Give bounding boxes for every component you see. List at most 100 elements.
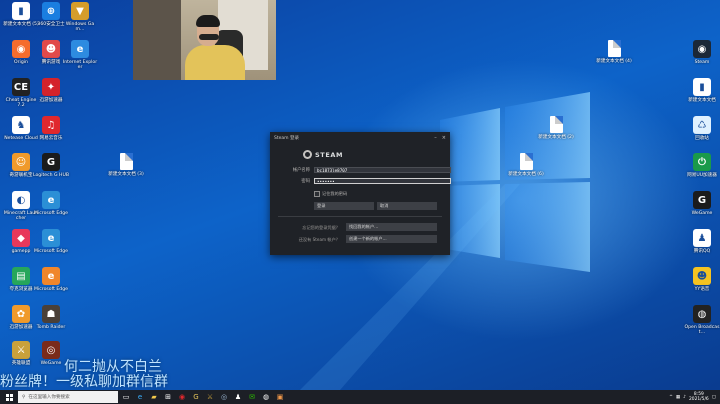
desktop-icon[interactable]: ▮ 新建文本文档 bbox=[684, 78, 720, 103]
edge-taskbar-icon[interactable]: e bbox=[134, 391, 146, 403]
account-input[interactable]: bc1873le8707 bbox=[314, 167, 451, 173]
desktop-icon[interactable]: ☻ YY语音 bbox=[684, 267, 720, 292]
desktop-icon[interactable]: ⏻ 网易UU加速器 bbox=[684, 153, 720, 178]
close-icon[interactable]: × bbox=[442, 135, 446, 141]
steam-wordmark: STEAM bbox=[315, 150, 344, 159]
desktop-icon[interactable]: 新建文本文档 (3) bbox=[108, 153, 144, 177]
desktop-icon-label: 迅游加速器 bbox=[39, 98, 63, 103]
search-placeholder: 在这里输入你要搜索 bbox=[28, 395, 70, 400]
taskbar-date: 2021/5/6 bbox=[689, 397, 709, 402]
login-button[interactable]: 登录 bbox=[314, 202, 374, 210]
desktop-icon-label: Microsoft Edge bbox=[34, 211, 68, 216]
app-icon: ⊕ bbox=[42, 2, 60, 20]
app-icon: ▼ bbox=[71, 2, 89, 20]
desktop-icon-label: Microsoft Edge bbox=[34, 287, 68, 292]
app-icon: CE bbox=[12, 78, 30, 96]
start-button[interactable] bbox=[0, 390, 18, 404]
app-icon: ▮ bbox=[12, 2, 30, 20]
app-icon: ▮ bbox=[693, 78, 711, 96]
desktop-icon-label: Windows Gam… bbox=[65, 22, 95, 33]
desktop-icon[interactable]: ♟ 腾讯QQ bbox=[684, 229, 720, 254]
stream-overlay-text: 何二抛从不白兰 粉丝牌！一级私聊加群信群 bbox=[0, 360, 168, 390]
divider bbox=[278, 216, 442, 217]
desktop-icon-label: Microsoft Edge bbox=[34, 249, 68, 254]
app-icon: ◍ bbox=[693, 305, 711, 323]
app-icon: e bbox=[42, 267, 60, 285]
taskbar-clock[interactable]: 8:59 2021/5/6 bbox=[689, 392, 709, 402]
steam-logo-icon bbox=[303, 150, 312, 159]
desktop-icon[interactable]: e Microsoft Edge bbox=[33, 191, 69, 216]
notification-icon[interactable]: ▢ bbox=[712, 395, 716, 400]
desktop-icon[interactable]: ✦ 迅游加速器 bbox=[33, 78, 69, 103]
create-account-button[interactable]: 创建一个新的帐户… bbox=[346, 235, 437, 243]
app-icon: ⏻ bbox=[693, 153, 711, 171]
qq-taskbar-icon[interactable]: ♟ bbox=[232, 391, 244, 403]
remember-password-label: 记住我的密码 bbox=[322, 191, 348, 196]
app-icon: ✦ bbox=[42, 78, 60, 96]
desktop-icon[interactable]: e Microsoft Edge bbox=[33, 229, 69, 254]
desktop-icon[interactable]: ▼ Windows Gam… bbox=[62, 2, 98, 32]
recover-account-button[interactable]: 找回我的帐户… bbox=[346, 223, 437, 231]
desktop-icon[interactable]: 新建文本文档 (2) bbox=[538, 116, 574, 140]
overlay-line-1: 何二抛从不白兰 bbox=[64, 359, 162, 375]
volume-icon[interactable]: ♪ bbox=[683, 395, 686, 400]
desktop-icon-label: 回收站 bbox=[695, 136, 709, 141]
wegame-taskbar-icon[interactable]: G bbox=[190, 391, 202, 403]
desktop-icon[interactable]: 新建文本文档 (6) bbox=[508, 153, 544, 177]
desktop-icon-label: 网易UU加速器 bbox=[687, 173, 717, 178]
minimize-icon[interactable]: – bbox=[434, 135, 437, 141]
text-document-icon bbox=[607, 40, 621, 57]
app-icon: ◉ bbox=[12, 40, 30, 58]
app-icon: e bbox=[42, 191, 60, 209]
desktop-icon-label: 新建文本文档 (2) bbox=[538, 135, 574, 140]
netease-taskbar-icon[interactable]: ◉ bbox=[176, 391, 188, 403]
app-icon: ⚔ bbox=[12, 341, 30, 359]
app-icon: ☺ bbox=[12, 153, 30, 171]
desktop-icon[interactable]: G WeGame bbox=[684, 191, 720, 216]
steam-login-titlebar[interactable]: Steam 登录 – × bbox=[270, 132, 450, 144]
desktop-icon[interactable]: e Internet Explorer bbox=[62, 40, 98, 70]
desktop-icon[interactable]: 新建文本文档 (4) bbox=[596, 40, 632, 64]
folder-taskbar-icon[interactable]: ▰ bbox=[148, 391, 160, 403]
remember-password-checkbox[interactable]: 记住我的密码 bbox=[314, 191, 347, 197]
lol-taskbar-icon[interactable]: ⚔ bbox=[204, 391, 216, 403]
password-input[interactable]: ••••••• bbox=[314, 178, 451, 184]
taskbar: ⚲ 在这里输入你要搜索 ▭ e ▰ ⊞ ◉ G ⚔ ◎ ♟ ✉ ◍ ▣ ^ ▦ … bbox=[0, 390, 720, 404]
search-icon: ⚲ bbox=[22, 394, 26, 400]
wechat-taskbar-icon[interactable]: ✉ bbox=[246, 391, 258, 403]
steam-taskbar-icon[interactable]: ◎ bbox=[218, 391, 230, 403]
text-document-icon bbox=[519, 153, 533, 170]
obs-taskbar-icon[interactable]: ◍ bbox=[260, 391, 272, 403]
desktop-icon[interactable]: ♫ 网易云音乐 bbox=[33, 116, 69, 141]
app-icon: ◆ bbox=[12, 229, 30, 247]
task-view-icon[interactable]: ▭ bbox=[120, 391, 132, 403]
app-icon: ♺ bbox=[693, 116, 711, 134]
desktop-icon-label: 新建文本文档 bbox=[688, 98, 716, 103]
app-icon: e bbox=[71, 40, 89, 58]
app-taskbar-icon[interactable]: ▣ bbox=[274, 391, 286, 403]
window-title: Steam 登录 bbox=[274, 136, 299, 141]
desktop-icon[interactable]: ◉ Steam bbox=[684, 40, 720, 65]
steam-login-dialog: Steam 登录 – × STEAM 帐户名称 bc1873le8707 密码 … bbox=[270, 132, 451, 255]
desktop-icon[interactable]: ☗ Tomb Raider bbox=[33, 305, 69, 330]
checkbox-box[interactable] bbox=[314, 191, 320, 197]
desktop-icon[interactable]: ◍ Open Broadcast… bbox=[684, 305, 720, 335]
cancel-button[interactable]: 取消 bbox=[377, 202, 437, 210]
app-icon: G bbox=[42, 153, 60, 171]
store-taskbar-icon[interactable]: ⊞ bbox=[162, 391, 174, 403]
desktop-icon-label: Steam bbox=[694, 60, 710, 65]
desktop-icon[interactable]: G Logitech G HUB bbox=[33, 153, 69, 178]
taskbar-search-box[interactable]: ⚲ 在这里输入你要搜索 bbox=[18, 391, 118, 403]
desktop-icon-label: Logitech G HUB bbox=[33, 173, 69, 178]
password-row: 密码 ••••••• bbox=[280, 178, 451, 184]
desktop-icon-label: 腾讯QQ bbox=[693, 249, 711, 254]
app-icon: e bbox=[42, 229, 60, 247]
app-icon: ♫ bbox=[42, 116, 60, 134]
desktop-icon[interactable]: ♺ 回收站 bbox=[684, 116, 720, 141]
text-document-icon bbox=[119, 153, 133, 170]
desktop-icon-label: WeGame bbox=[691, 211, 713, 216]
steam-logo: STEAM bbox=[303, 150, 343, 159]
chevron-up-icon[interactable]: ^ bbox=[669, 395, 673, 400]
desktop-icon[interactable]: e Microsoft Edge bbox=[33, 267, 69, 292]
network-icon[interactable]: ▦ bbox=[676, 395, 680, 400]
